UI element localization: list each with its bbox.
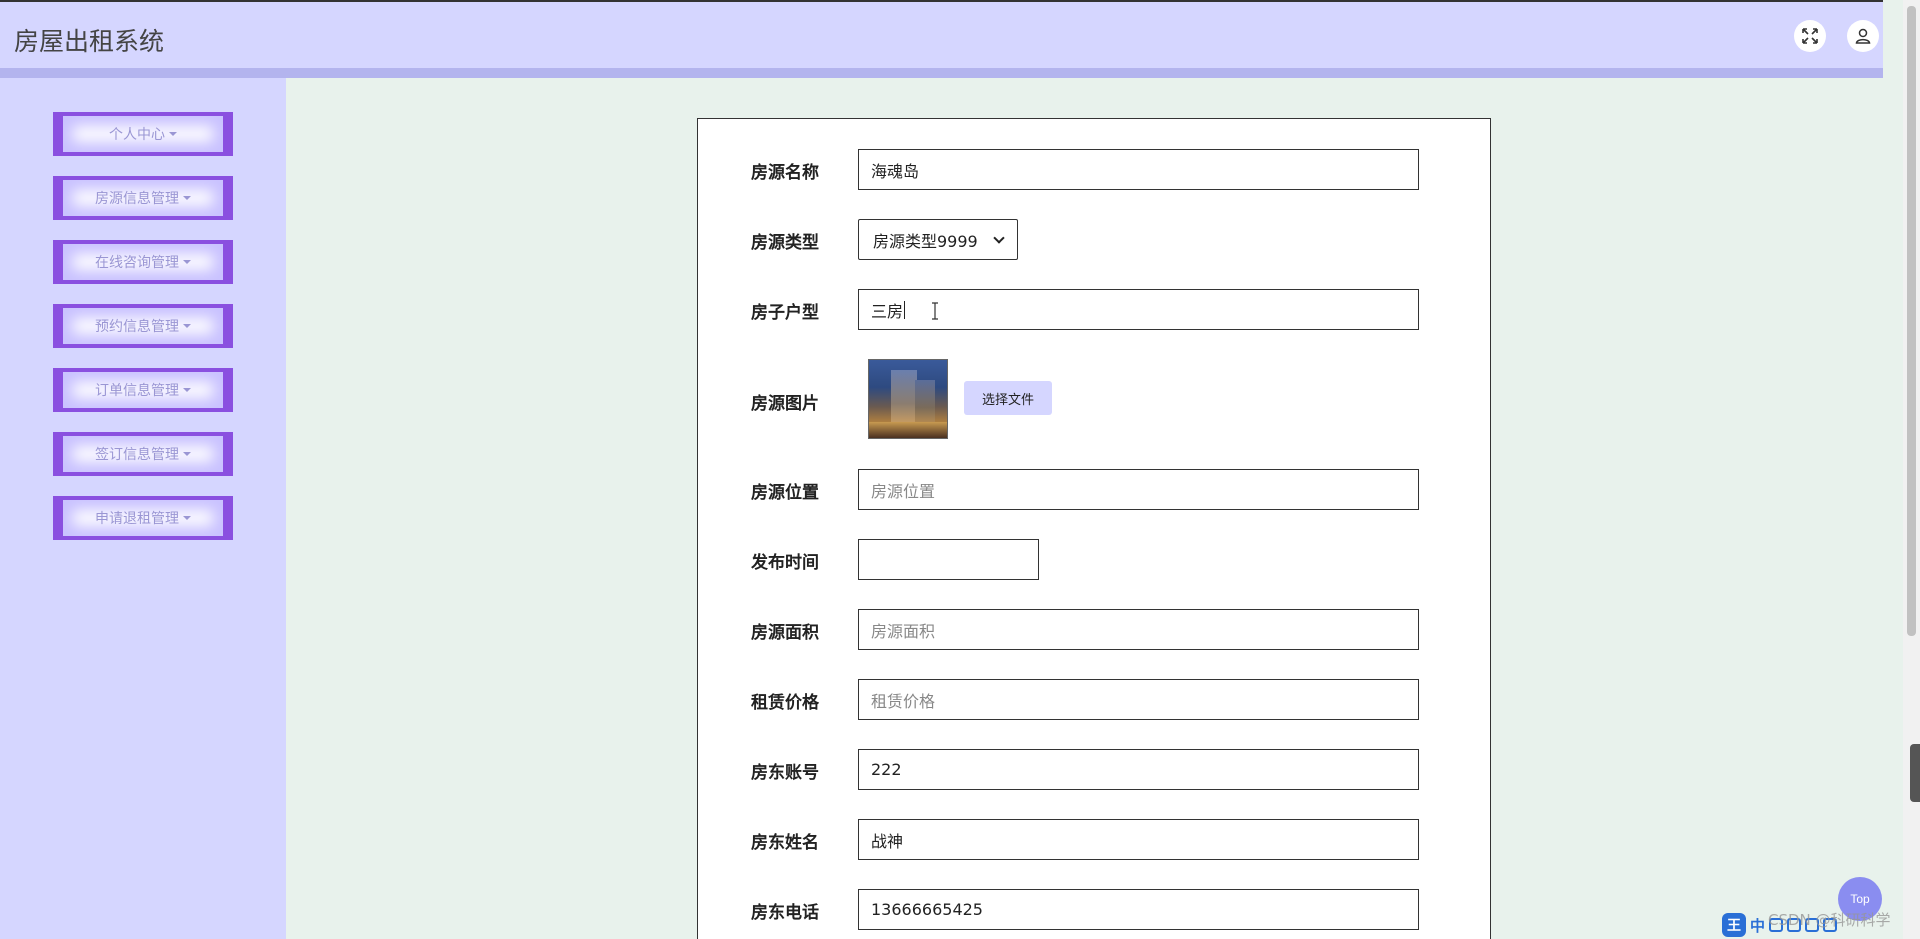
- publish-time-input[interactable]: [858, 539, 1039, 580]
- side-floating-tab[interactable]: [1910, 744, 1920, 802]
- caret-down-icon: [183, 260, 191, 264]
- sidebar-item-personal-center[interactable]: 个人中心: [53, 112, 233, 156]
- sidebar-item-appointment[interactable]: 预约信息管理: [53, 304, 233, 348]
- sidebar-item-label: 订单信息管理: [95, 383, 179, 399]
- sidebar-item-consultation[interactable]: 在线咨询管理: [53, 240, 233, 284]
- app-title: 房屋出租系统: [14, 27, 165, 56]
- caret-down-icon: [169, 132, 177, 136]
- sidebar-item-label: 申请退租管理: [95, 511, 179, 527]
- house-type-selected: 房源类型9999: [873, 231, 978, 251]
- house-type-label: 房源类型: [751, 233, 819, 253]
- sidebar-item-house-info[interactable]: 房源信息管理: [53, 176, 233, 220]
- fullscreen-button[interactable]: [1794, 20, 1826, 52]
- house-image-label: 房源图片: [751, 394, 819, 414]
- sidebar-item-label: 在线咨询管理: [95, 255, 179, 271]
- sidebar-item-contracts[interactable]: 签订信息管理: [53, 432, 233, 476]
- sidebar-item-lease-termination[interactable]: 申请退租管理: [53, 496, 233, 540]
- landlord-account-input[interactable]: 222: [858, 749, 1419, 790]
- chevron-down-icon: [993, 231, 1005, 244]
- sidebar-item-label: 个人中心: [109, 127, 165, 143]
- sidebar-item-label: 预约信息管理: [95, 319, 179, 335]
- sidebar-item-label: 房源信息管理: [95, 191, 179, 207]
- house-layout-label: 房子户型: [751, 303, 819, 323]
- rent-price-label: 租赁价格: [751, 693, 819, 713]
- sidebar-item-orders[interactable]: 订单信息管理: [53, 368, 233, 412]
- house-edit-form: 房源名称 海魂岛 房源类型 房源类型9999 房子户型 三房 房源图片 选择文件…: [697, 118, 1491, 939]
- user-menu-button[interactable]: [1847, 20, 1879, 52]
- landlord-name-label: 房东姓名: [751, 833, 819, 853]
- text-caret: [904, 300, 906, 319]
- user-icon: [1855, 28, 1871, 44]
- house-layout-value: 三房: [871, 301, 904, 321]
- house-image-thumbnail: [868, 359, 948, 439]
- caret-down-icon: [183, 388, 191, 392]
- publish-time-label: 发布时间: [751, 553, 819, 573]
- rent-price-input[interactable]: 租赁价格: [858, 679, 1419, 720]
- caret-down-icon: [183, 324, 191, 328]
- house-area-label: 房源面积: [751, 623, 819, 643]
- caret-down-icon: [183, 452, 191, 456]
- house-location-input[interactable]: 房源位置: [858, 469, 1419, 510]
- scrollbar-thumb[interactable]: [1907, 6, 1916, 636]
- landlord-phone-input[interactable]: 13666665425: [858, 889, 1419, 930]
- expand-icon: [1802, 28, 1818, 44]
- caret-down-icon: [183, 516, 191, 520]
- csdn-watermark: CSDN @科研科学: [1768, 911, 1891, 929]
- landlord-phone-label: 房东电话: [751, 903, 819, 923]
- ime-mode-label[interactable]: 中: [1750, 915, 1765, 936]
- house-layout-input[interactable]: 三房: [858, 289, 1419, 330]
- house-type-select[interactable]: 房源类型9999: [858, 219, 1018, 260]
- choose-file-button[interactable]: 选择文件: [964, 381, 1052, 415]
- house-name-label: 房源名称: [751, 163, 819, 183]
- house-area-input[interactable]: 房源面积: [858, 609, 1419, 650]
- house-name-input[interactable]: 海魂岛: [858, 149, 1419, 190]
- landlord-account-label: 房东账号: [751, 763, 819, 783]
- landlord-name-input[interactable]: 战神: [858, 819, 1419, 860]
- house-location-label: 房源位置: [751, 483, 819, 503]
- caret-down-icon: [183, 196, 191, 200]
- ime-logo-icon[interactable]: 王: [1722, 913, 1746, 937]
- header-divider-bar: [0, 68, 1883, 78]
- top-header: 房屋出租系统: [0, 0, 1883, 68]
- ibeam-cursor-icon: [932, 302, 938, 320]
- sidebar-item-label: 签订信息管理: [95, 447, 179, 463]
